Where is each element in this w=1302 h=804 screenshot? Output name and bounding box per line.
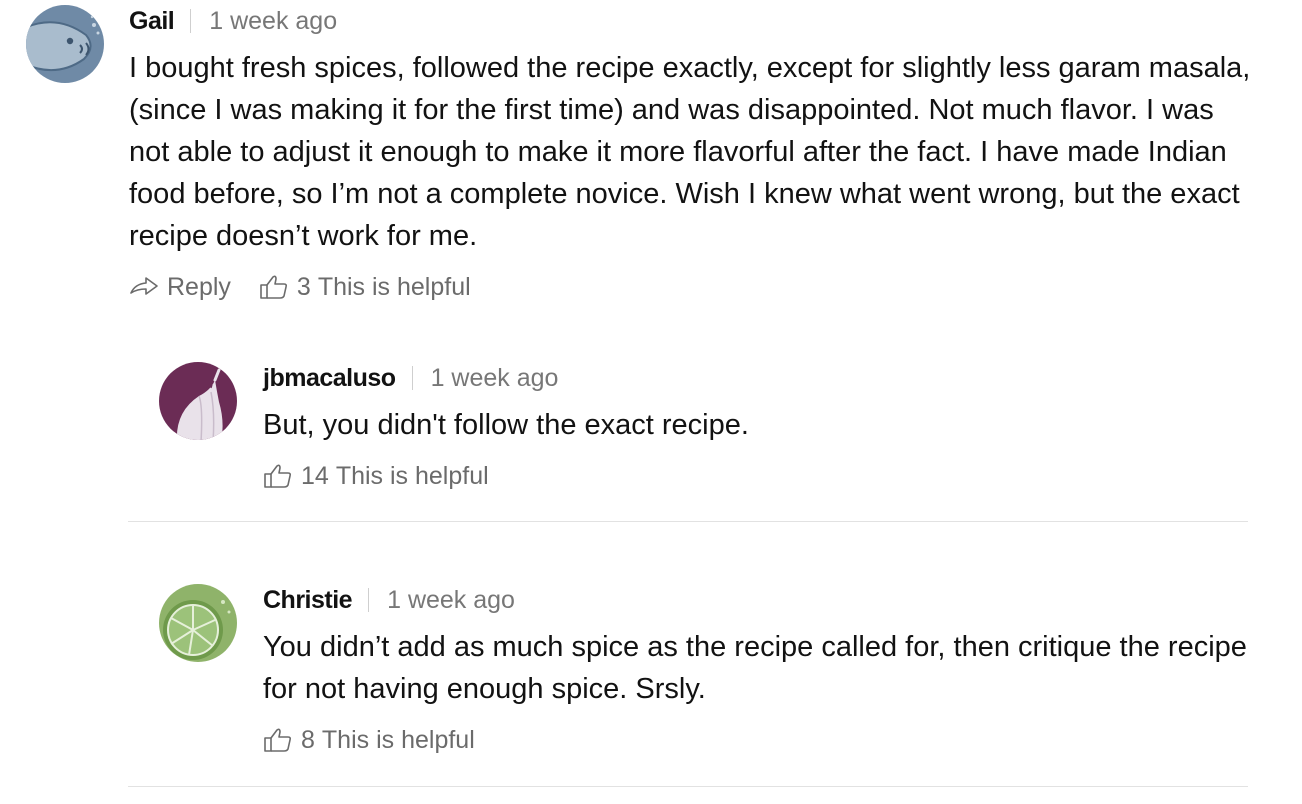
comment-meta: Christie 1 week ago	[263, 584, 515, 616]
reply-label: Reply	[167, 272, 231, 301]
timestamp: 1 week ago	[387, 585, 515, 614]
meta-separator	[190, 9, 192, 33]
comment-text: But, you didn't follow the exact recipe.	[263, 409, 749, 441]
helpful-label: This is helpful	[335, 461, 489, 490]
helpful-button[interactable]: 3 This is helpful	[259, 273, 471, 302]
thumbs-up-icon	[259, 274, 289, 300]
reply-arrow-icon	[129, 276, 159, 298]
helpful-button[interactable]: 14 This is helpful	[263, 462, 489, 491]
helpful-count: 3	[296, 272, 311, 301]
divider	[128, 786, 1248, 787]
avatar[interactable]	[159, 362, 237, 440]
fish-icon	[26, 5, 104, 83]
comment-meta: jbmacaluso 1 week ago	[263, 362, 558, 394]
meta-separator	[368, 588, 370, 612]
thumbs-up-icon	[263, 727, 293, 753]
timestamp: 1 week ago	[209, 6, 338, 35]
author-name[interactable]: Gail	[129, 7, 175, 36]
helpful-count: 8	[301, 725, 315, 754]
author-name[interactable]: Christie	[263, 586, 353, 615]
comment-meta: Gail 1 week ago	[129, 5, 337, 37]
comment-text: I bought fresh spices, followed the reci…	[129, 52, 1251, 252]
avatar[interactable]	[26, 5, 104, 83]
timestamp: 1 week ago	[430, 363, 559, 392]
comment-actions: 8 This is helpful	[263, 723, 475, 757]
comment-actions: Reply 3 This is helpful	[129, 270, 471, 304]
meta-separator	[411, 366, 413, 390]
comment-text: You didn’t add as much spice as the reci…	[263, 631, 1247, 705]
lime-icon	[159, 584, 237, 662]
garlic-icon	[159, 362, 237, 440]
helpful-count: 14	[301, 461, 329, 490]
reply-button[interactable]: Reply	[129, 273, 231, 302]
comment-actions: 14 This is helpful	[263, 459, 489, 493]
helpful-label: This is helpful	[321, 725, 475, 754]
author-name[interactable]: jbmacaluso	[263, 364, 396, 393]
divider	[128, 521, 1248, 522]
thumbs-up-icon	[263, 463, 293, 489]
helpful-button[interactable]: 8 This is helpful	[263, 726, 475, 755]
avatar[interactable]	[159, 584, 237, 662]
helpful-label: This is helpful	[317, 272, 471, 301]
